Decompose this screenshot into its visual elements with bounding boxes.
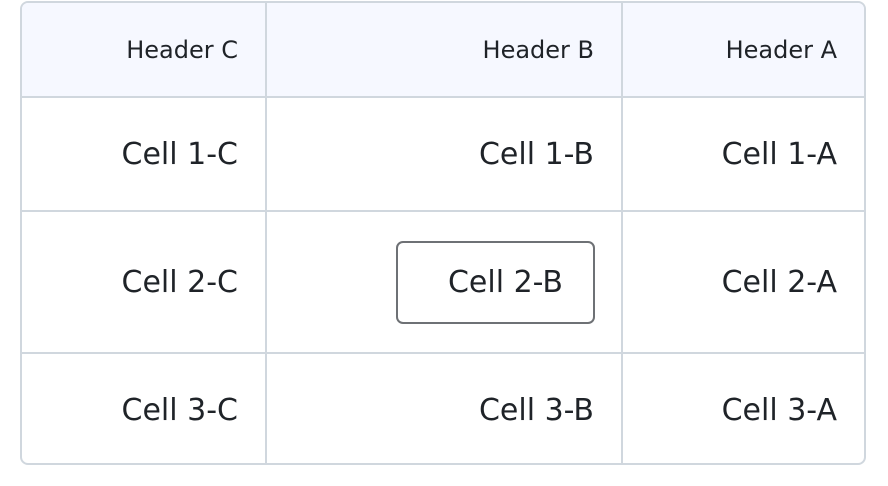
table-body: Cell 1-C Cell 1-B Cell 1-A Cell 2-C Cell… — [22, 97, 864, 463]
table-cell-editing[interactable]: Cell 2-B — [266, 211, 623, 354]
table-cell[interactable]: Cell 3-A — [622, 353, 864, 463]
column-header-a[interactable]: Header A — [622, 3, 864, 98]
table-row: Cell 1-C Cell 1-B Cell 1-A — [22, 97, 864, 212]
table-cell[interactable]: Cell 1-B — [266, 97, 623, 212]
table-cell[interactable]: Cell 2-C — [22, 211, 267, 354]
column-header-c[interactable]: Header C — [22, 3, 267, 98]
table-row: Cell 3-C Cell 3-B Cell 3-A — [22, 353, 864, 463]
column-header-b[interactable]: Header B — [266, 3, 623, 98]
table-cell[interactable]: Cell 2-A — [622, 211, 864, 354]
table-cell[interactable]: Cell 1-A — [622, 97, 864, 212]
table-cell[interactable]: Cell 1-C — [22, 97, 267, 212]
table-cell[interactable]: Cell 3-C — [22, 353, 267, 463]
cell-edit-input[interactable]: Cell 2-B — [396, 240, 595, 324]
table-header: Header C Header B Header A — [22, 3, 864, 98]
header-row: Header C Header B Header A — [22, 3, 864, 98]
table-grid: Header C Header B Header A Cell 1-C Cell… — [22, 3, 864, 463]
table-row: Cell 2-C Cell 2-B Cell 2-A — [22, 211, 864, 354]
data-table: Header C Header B Header A Cell 1-C Cell… — [20, 1, 866, 465]
table-cell[interactable]: Cell 3-B — [266, 353, 623, 463]
